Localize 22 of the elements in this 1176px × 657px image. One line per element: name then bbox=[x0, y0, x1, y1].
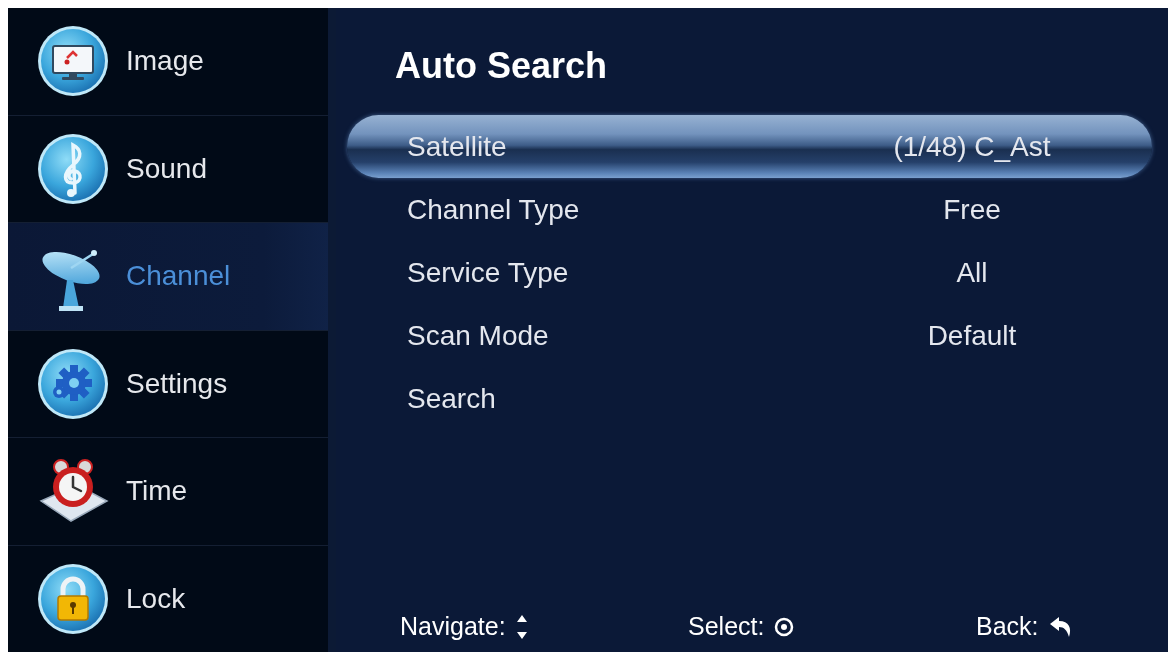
sidebar-item[interactable]: Settings bbox=[8, 330, 328, 438]
sidebar-item[interactable]: Sound bbox=[8, 115, 328, 223]
up-down-arrows-icon bbox=[515, 614, 528, 640]
treble-clef-icon bbox=[37, 132, 109, 205]
hint-label: Select: bbox=[688, 611, 765, 643]
menu-item[interactable]: Channel Type Free bbox=[347, 178, 1152, 242]
sidebar-item[interactable]: Time bbox=[8, 438, 328, 546]
screen-title: Auto Search bbox=[395, 44, 609, 88]
sidebar-item[interactable]: Image bbox=[8, 8, 328, 116]
sidebar-item[interactable]: Lock bbox=[8, 545, 328, 652]
gear-icon bbox=[37, 347, 109, 420]
sidebar-item[interactable]: Channel bbox=[8, 223, 328, 331]
menu-item[interactable]: Scan Mode Default bbox=[347, 304, 1152, 368]
back-arrow-icon bbox=[1048, 616, 1073, 638]
menu-item[interactable]: Satellite (1/48) C_Ast bbox=[347, 115, 1152, 179]
hint-label: Back: bbox=[976, 611, 1039, 643]
hint-label: Navigate: bbox=[400, 611, 506, 643]
padlock-icon bbox=[37, 562, 109, 635]
menu-item[interactable]: Search bbox=[347, 367, 1152, 431]
circle-dot-icon bbox=[774, 617, 795, 637]
menu-item[interactable]: Service Type All bbox=[347, 241, 1152, 305]
monitor-icon bbox=[37, 25, 109, 98]
